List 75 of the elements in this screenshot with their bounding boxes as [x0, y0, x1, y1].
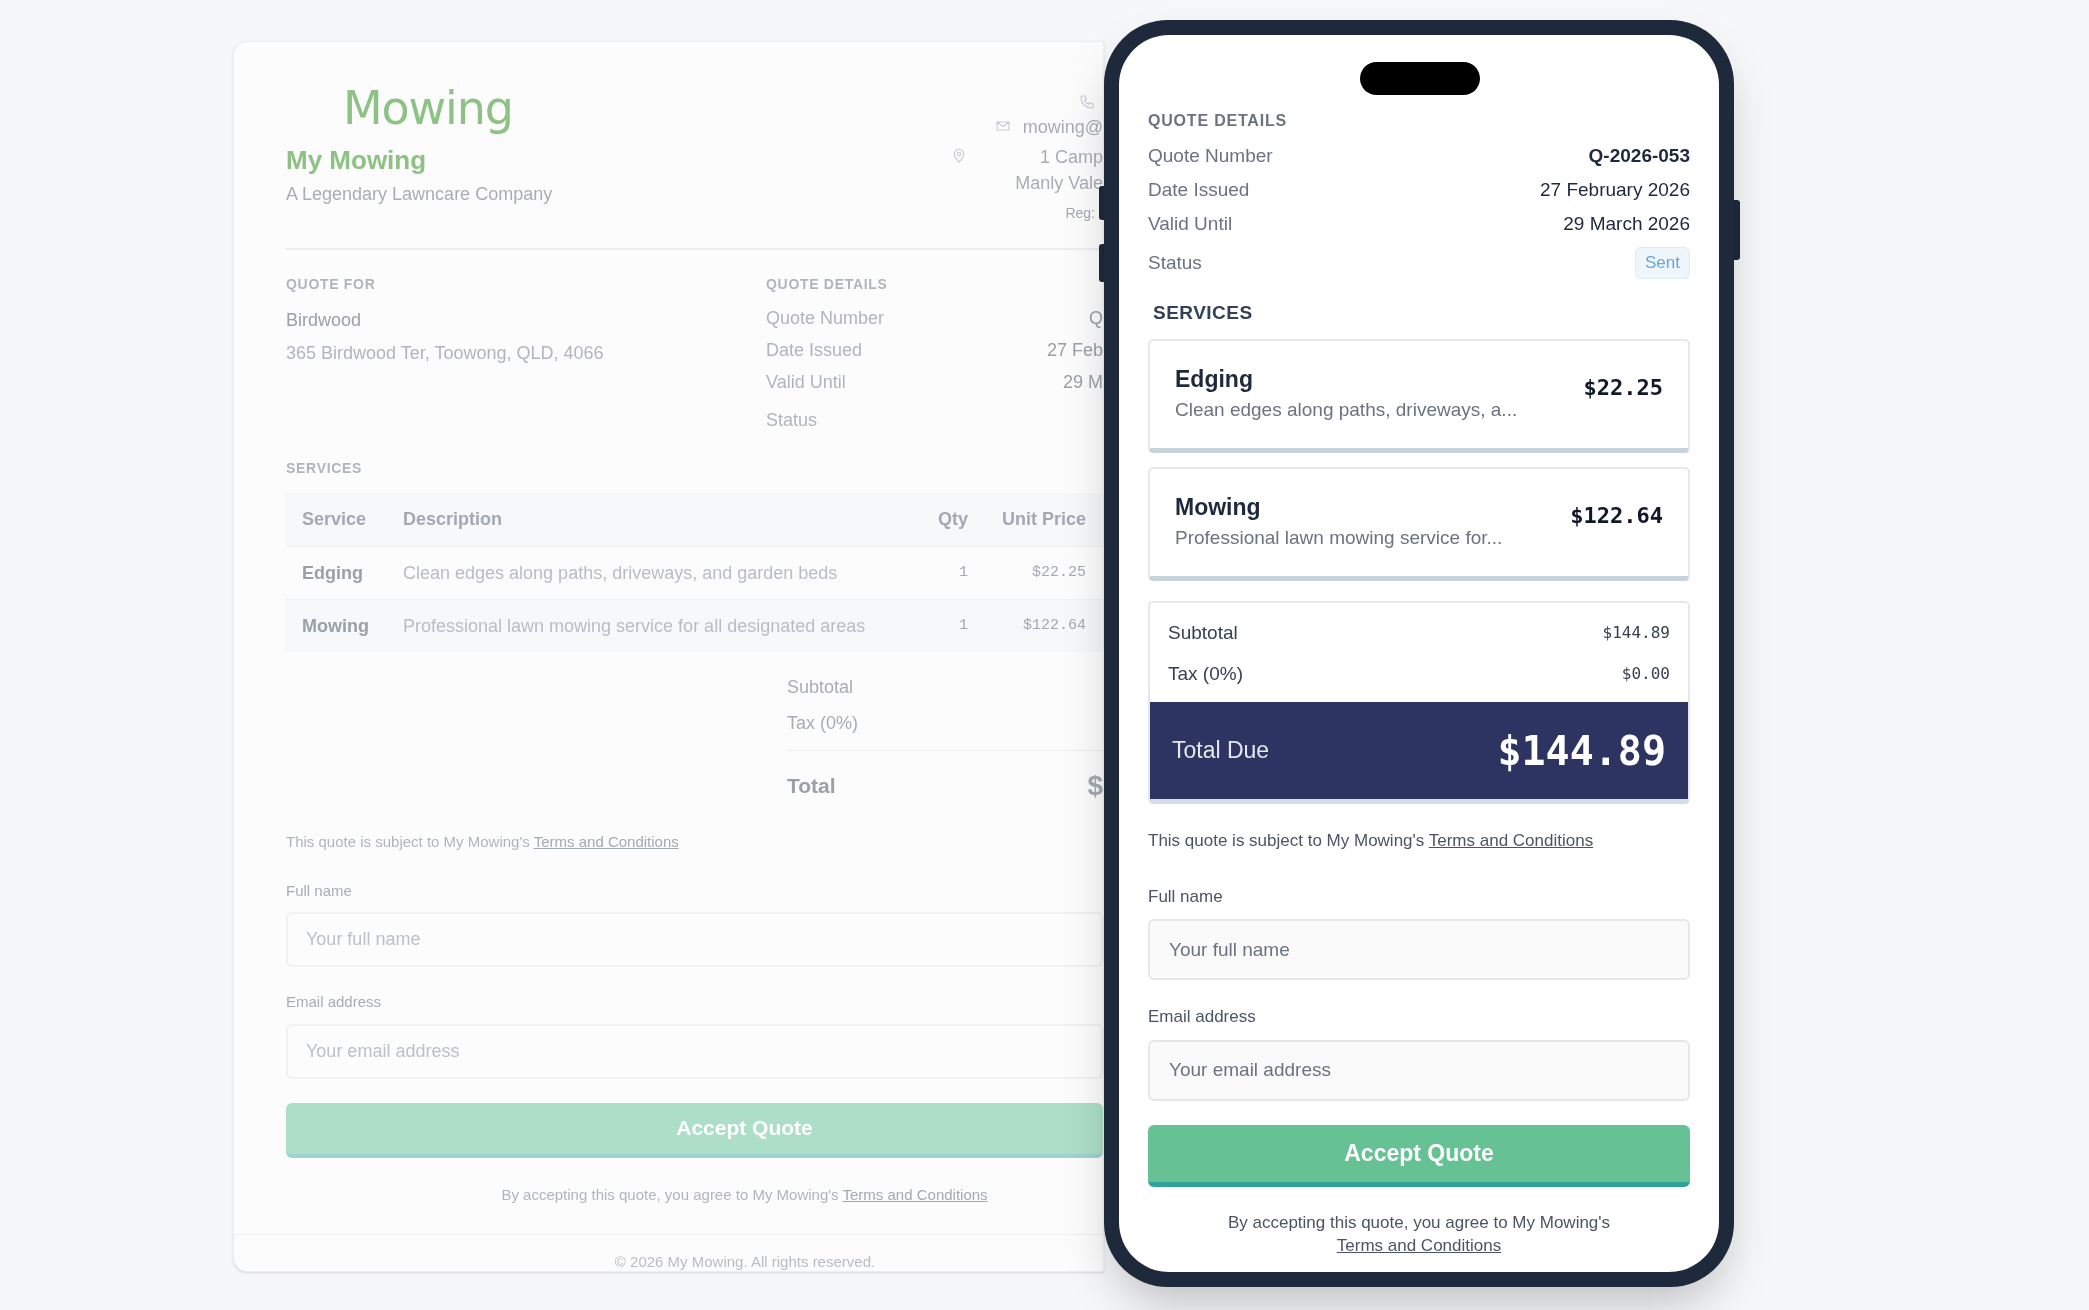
- client-name: Birdwood: [286, 309, 363, 332]
- input-field[interactable]: Your email address: [286, 1023, 1103, 1079]
- agreement-text: By accepting this quote, you agree to My Mowing's Terms and Conditions: [1226, 1211, 1612, 1257]
- input-field[interactable]: Your full name: [1148, 919, 1690, 980]
- detail-value: 29 M: [1062, 371, 1103, 394]
- detail-value: 27 February 2026: [1540, 178, 1690, 202]
- service-name: Mowing: [1175, 493, 1262, 521]
- totals-value: $144.89: [1602, 622, 1670, 645]
- table-cell: $122.64: [968, 599, 1103, 652]
- agreement-text: By accepting this quote, you agree to My Mowing's Terms and Conditions: [500, 1184, 989, 1205]
- detail-label: Valid Until: [1148, 212, 1233, 236]
- detail-value: Q-2026-053: [1588, 144, 1690, 168]
- service-description: Professional lawn mowing service for...: [1175, 526, 1503, 550]
- detail-value: Q: [1089, 307, 1103, 330]
- detail-label: Date Issued: [766, 339, 863, 362]
- detail-value: 29 March 2026: [1563, 212, 1690, 236]
- field-label: Email address: [1148, 1006, 1257, 1028]
- logo-text: Mowing: [343, 82, 514, 134]
- service-price: $22.25: [1583, 374, 1663, 402]
- detail-label: Status: [1148, 250, 1202, 275]
- field-label: Email address: [286, 992, 383, 1012]
- phone-icon: [1079, 94, 1095, 110]
- terms-link[interactable]: Terms and Conditions: [1336, 1235, 1502, 1255]
- column-header: Description: [403, 493, 908, 546]
- accept-quote-button[interactable]: Accept Quote: [1148, 1124, 1690, 1187]
- section-heading: SERVICES: [1153, 300, 1254, 325]
- total-due-amount: $144.89: [1497, 726, 1666, 776]
- detail-label: Status: [766, 409, 819, 432]
- totals-label: Tax (0%): [1168, 661, 1243, 686]
- contact-text: 1 Camp: [1039, 146, 1103, 169]
- registration-text: Reg:: [1065, 204, 1095, 223]
- mail-icon: [994, 118, 1011, 134]
- column-header: Qty: [908, 493, 968, 546]
- totals-value: $0.00: [1621, 662, 1670, 685]
- table-cell: $22.25: [968, 546, 1103, 599]
- service-name: Edging: [1175, 365, 1254, 393]
- section-heading: SERVICES: [286, 459, 364, 478]
- field-label: Full name: [286, 880, 353, 901]
- input-field[interactable]: Your full name: [286, 912, 1103, 967]
- copyright-text: © 2026 My Mowing. All rights reserved.: [613, 1252, 877, 1271]
- totals-label: Subtotal: [787, 676, 855, 699]
- accept-quote-button[interactable]: Accept Quote: [286, 1102, 1103, 1158]
- terms-text: This quote is subject to My Mowing's Terms and Conditions: [1148, 830, 1595, 852]
- table-cell: 1: [908, 599, 968, 652]
- detail-value: 27 Feb: [1046, 339, 1103, 362]
- terms-link[interactable]: Terms and Conditions: [1428, 831, 1594, 850]
- totals-label: Subtotal: [1168, 621, 1238, 645]
- detail-label: Date Issued: [1148, 178, 1250, 202]
- column-header: Service: [286, 493, 403, 546]
- section-heading: QUOTE DETAILS: [1148, 111, 1288, 131]
- service-price: $122.64: [1570, 502, 1663, 530]
- terms-link[interactable]: Terms and Conditions: [533, 833, 679, 850]
- section-heading: QUOTE DETAILS: [766, 275, 889, 294]
- input-field[interactable]: Your email address: [1148, 1039, 1690, 1101]
- detail-label: Quote Number: [766, 307, 885, 330]
- column-header: Unit Price: [968, 493, 1103, 546]
- total-due-label: Total Due: [1172, 736, 1270, 766]
- detail-label: Quote Number: [1148, 144, 1273, 168]
- detail-label: Valid Until: [766, 371, 846, 394]
- service-description: Clean edges along paths, driveways, a...: [1175, 398, 1518, 422]
- totals-label: Tax (0%): [787, 712, 859, 735]
- company-name: My Mowing: [286, 144, 428, 176]
- table-cell: Mowing: [286, 599, 403, 652]
- company-tagline: A Legendary Lawncare Company: [286, 183, 553, 206]
- section-heading: QUOTE FOR: [286, 275, 377, 294]
- status-badge: Sent: [1635, 247, 1690, 279]
- total-label: Total: [787, 773, 836, 800]
- contact-text: mowing@: [1022, 116, 1103, 139]
- terms-text: This quote is subject to My Mowing's Terms and Conditions: [286, 832, 680, 852]
- contact-text: Manly Vale: [1015, 172, 1103, 195]
- table-cell: Professional lawn mowing service for all designated areas: [403, 599, 908, 652]
- terms-link[interactable]: Terms and Conditions: [842, 1185, 988, 1203]
- field-label: Full name: [1148, 885, 1224, 908]
- total-value: $: [1087, 769, 1103, 803]
- client-address: 365 Birdwood Ter, Toowong, QLD, 4066: [286, 342, 605, 365]
